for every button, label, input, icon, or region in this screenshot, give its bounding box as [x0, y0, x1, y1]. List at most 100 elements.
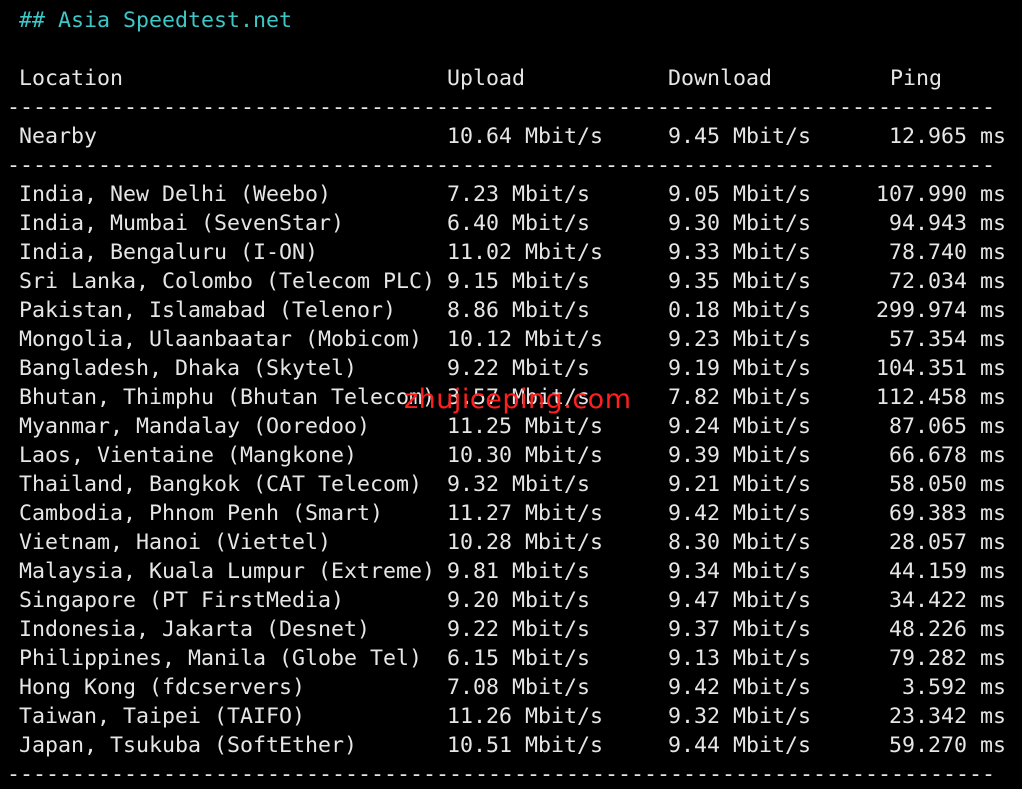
row-download: 9.21 Mbit/s — [668, 472, 812, 497]
row-ping: 44.159 ms — [888, 559, 1006, 584]
row-location: Laos, Vientaine (Mangkone) — [19, 443, 358, 468]
row-ping: 3.592 ms — [901, 675, 1006, 700]
row-upload: 11.25 Mbit/s — [447, 414, 604, 439]
table-row: Laos, Vientaine (Mangkone) 10.30 Mbit/s 9.… — [0, 441, 1022, 470]
row-download: 0.18 Mbit/s — [668, 298, 812, 323]
row-location: Cambodia, Phnom Penh (Smart) — [19, 501, 384, 526]
row-upload: 7.23 Mbit/s — [447, 182, 591, 207]
table-row: Vietnam, Hanoi (Viettel) 10.28 Mbit/s 8.30… — [0, 528, 1022, 557]
row-ping: 59.270 ms — [888, 733, 1006, 758]
row-ping: 28.057 ms — [888, 530, 1006, 555]
row-ping: 107.990 ms — [875, 182, 1006, 207]
row-ping: 69.383 ms — [888, 501, 1006, 526]
section-heading: ## Asia Speedtest.net — [19, 8, 293, 33]
row-location: Bangladesh, Dhaka (Skytel) — [19, 356, 358, 381]
row-ping: 48.226 ms — [888, 617, 1006, 642]
row-upload: 9.22 Mbit/s — [447, 356, 591, 381]
row-location: Singapore (PT FirstMedia) — [19, 588, 345, 613]
row-ping: 112.458 ms — [875, 385, 1006, 410]
row-location: Japan, Tsukuba (SoftEther) — [19, 733, 358, 758]
row-upload: 9.15 Mbit/s — [447, 269, 591, 294]
row-ping: 104.351 ms — [875, 356, 1006, 381]
row-upload: 9.81 Mbit/s — [447, 559, 591, 584]
row-upload: 10.12 Mbit/s — [447, 327, 604, 352]
column-header-download: Download — [668, 66, 773, 91]
row-download: 9.34 Mbit/s — [668, 559, 812, 584]
row-ping: 72.034 ms — [888, 269, 1006, 294]
row-download: 9.19 Mbit/s — [668, 356, 812, 381]
nearby-download: 9.45 Mbit/s — [668, 124, 812, 149]
row-upload: 8.86 Mbit/s — [447, 298, 591, 323]
table-row: Mongolia, Ulaanbaatar (Mobicom) 10.12 Mbi… — [0, 325, 1022, 354]
row-download: 9.23 Mbit/s — [668, 327, 812, 352]
table-row: India, New Delhi (Weebo) 7.23 Mbit/s 9.05 … — [0, 180, 1022, 209]
row-location: Pakistan, Islamabad (Telenor) — [19, 298, 397, 323]
table-row: Myanmar, Mandalay (Ooredoo) 11.25 Mbit/s 9… — [0, 412, 1022, 441]
nearby-location: Nearby — [19, 124, 98, 149]
row-download: 9.33 Mbit/s — [668, 240, 812, 265]
table-row: Cambodia, Phnom Penh (Smart) 11.27 Mbit/s… — [0, 499, 1022, 528]
terminal-window: ## Asia Speedtest.net Location Upload Do… — [0, 0, 1022, 787]
row-download: 9.05 Mbit/s — [668, 182, 812, 207]
row-location: India, Mumbai (SevenStar) — [19, 211, 345, 236]
row-download: 9.35 Mbit/s — [668, 269, 812, 294]
table-row: Malaysia, Kuala Lumpur (Extreme) 9.81 Mbi… — [0, 557, 1022, 586]
row-download: 9.42 Mbit/s — [668, 675, 812, 700]
table-row: Sri Lanka, Colombo (Telecom PLC) 9.15 Mbi… — [0, 267, 1022, 296]
row-location: Taiwan, Taipei (TAIFO) — [19, 704, 306, 729]
row-ping: 66.678 ms — [888, 443, 1006, 468]
row-location: India, New Delhi (Weebo) — [19, 182, 332, 207]
row-location: Malaysia, Kuala Lumpur (Extreme) — [19, 559, 436, 584]
row-ping: 58.050 ms — [888, 472, 1006, 497]
row-download: 9.13 Mbit/s — [668, 646, 812, 671]
nearby-ping: 12.965 ms — [888, 124, 1006, 149]
row-location: Thailand, Bangkok (CAT Telecom) — [19, 472, 423, 497]
row-upload: 11.27 Mbit/s — [447, 501, 604, 526]
column-header-ping: Ping — [890, 66, 943, 91]
row-download: 9.37 Mbit/s — [668, 617, 812, 642]
divider-line: ----------------------------------------… — [7, 95, 996, 120]
watermark-text: zhujiceping.com — [404, 384, 632, 415]
divider-line: ----------------------------------------… — [7, 153, 996, 178]
row-ping: 87.065 ms — [888, 414, 1006, 439]
row-location: Myanmar, Mandalay (Ooredoo) — [19, 414, 371, 439]
row-ping: 94.943 ms — [888, 211, 1006, 236]
nearby-upload: 10.64 Mbit/s — [447, 124, 604, 149]
row-upload: 9.32 Mbit/s — [447, 472, 591, 497]
row-upload: 7.08 Mbit/s — [447, 675, 591, 700]
row-download: 9.30 Mbit/s — [668, 211, 812, 236]
row-upload: 11.02 Mbit/s — [447, 240, 604, 265]
row-download: 9.42 Mbit/s — [668, 501, 812, 526]
row-download: 9.47 Mbit/s — [668, 588, 812, 613]
table-row: Philippines, Manila (Globe Tel) 6.15 Mbit… — [0, 644, 1022, 673]
table-row: Bangladesh, Dhaka (Skytel) 9.22 Mbit/s 9.1… — [0, 354, 1022, 383]
table-row: Taiwan, Taipei (TAIFO) 11.26 Mbit/s 9.32 M… — [0, 702, 1022, 731]
table-row: Hong Kong (fdcservers) 7.08 Mbit/s 9.42 Mb… — [0, 673, 1022, 702]
column-header-upload: Upload — [447, 66, 526, 91]
table-row: Japan, Tsukuba (SoftEther) 10.51 Mbit/s 9.… — [0, 731, 1022, 760]
row-ping: 78.740 ms — [888, 240, 1006, 265]
column-header-location: Location — [19, 66, 124, 91]
row-location: Mongolia, Ulaanbaatar (Mobicom) — [19, 327, 423, 352]
table-header: Location Upload Download Ping — [0, 64, 1022, 93]
row-upload: 9.22 Mbit/s — [447, 617, 591, 642]
row-ping: 23.342 ms — [888, 704, 1006, 729]
row-download: 9.39 Mbit/s — [668, 443, 812, 468]
row-download: 9.32 Mbit/s — [668, 704, 812, 729]
row-ping: 79.282 ms — [888, 646, 1006, 671]
row-location: Sri Lanka, Colombo (Telecom PLC) — [19, 269, 436, 294]
row-upload: 10.51 Mbit/s — [447, 733, 604, 758]
row-ping: 57.354 ms — [888, 327, 1006, 352]
row-ping: 34.422 ms — [888, 588, 1006, 613]
table-row: India, Mumbai (SevenStar) 6.40 Mbit/s 9.30… — [0, 209, 1022, 238]
row-location: Philippines, Manila (Globe Tel) — [19, 646, 423, 671]
table-row: Pakistan, Islamabad (Telenor) 8.86 Mbit/s… — [0, 296, 1022, 325]
row-download: 8.30 Mbit/s — [668, 530, 812, 555]
row-upload: 6.40 Mbit/s — [447, 211, 591, 236]
row-upload: 11.26 Mbit/s — [447, 704, 604, 729]
row-download: 9.44 Mbit/s — [668, 733, 812, 758]
table-row: Thailand, Bangkok (CAT Telecom) 9.32 Mbit… — [0, 470, 1022, 499]
divider-line: ----------------------------------------… — [7, 762, 996, 787]
row-location: India, Bengaluru (I-ON) — [19, 240, 319, 265]
row-upload: 6.15 Mbit/s — [447, 646, 591, 671]
